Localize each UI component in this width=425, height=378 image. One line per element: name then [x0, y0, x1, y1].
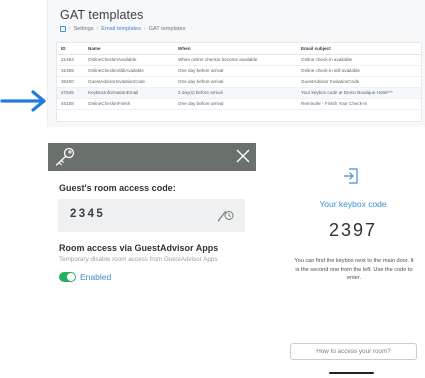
how-to-access-room-button[interactable]: How to access your room? [290, 343, 417, 360]
cell-when: One day before arrival [174, 76, 297, 88]
cell-subject: Online check-in available [297, 54, 421, 66]
cell-id: 36400 [57, 76, 84, 88]
table-row[interactable]: 31455 OnlineCheckinStillAvailable One da… [57, 65, 421, 77]
column-header-email-subject[interactable]: Email subject [297, 43, 421, 55]
edit-pencil-icon[interactable] [217, 208, 234, 222]
guestadvisor-apps-subtitle: Temporary disable room access from Guest… [59, 256, 218, 263]
cell-subject: Your keybox code at Demo Boutique Hotel*… [297, 87, 421, 99]
cell-name: KeyBoxInformationEmail [84, 87, 174, 99]
cell-name: GuestAdvisorInvitationCode [84, 76, 174, 88]
table-row[interactable]: 45168 OnlineCheckinFinish One day before… [57, 98, 421, 110]
cell-name: OnlineCheckinAvailable [84, 54, 174, 66]
cell-id: 31455 [57, 65, 84, 77]
gat-templates-panel: GAT templates | Settings / Email templat… [47, 0, 425, 127]
room-access-code-value: 2345 [70, 208, 106, 220]
table-row[interactable]: 47545 KeyBoxInformationEmail 3 day(s) be… [57, 87, 421, 99]
key-icon [55, 147, 75, 166]
column-header-name[interactable]: Name [84, 43, 174, 55]
room-access-code-box: 2345 [58, 199, 245, 232]
cell-when: One day before arrival [174, 65, 297, 77]
cell-id: 45168 [57, 98, 84, 110]
toggle-knob [67, 273, 75, 281]
keybox-code: 2397 [328, 220, 378, 240]
column-header-when[interactable]: When [174, 43, 297, 55]
home-indicator [329, 372, 374, 374]
cell-id: 47545 [57, 87, 84, 99]
home-icon[interactable] [60, 26, 66, 32]
table-row[interactable]: 21454 OnlineCheckinAvailable When online… [57, 54, 421, 66]
cell-subject: Reminder - Finish Your Check-in [297, 98, 421, 110]
table-row[interactable]: 36400 GuestAdvisorInvitationCode One day… [57, 76, 421, 88]
table-header-row: ID Name When Email subject [57, 43, 421, 55]
cell-when: One day before arrival [174, 98, 297, 110]
access-header-bar [48, 143, 256, 171]
room-access-code-heading: Guest's room access code: [59, 183, 176, 193]
keybox-title: Your keybox code [319, 199, 387, 209]
cell-when: 3 day(s) before arrival [174, 87, 297, 99]
templates-table: ID Name When Email subject 21454 OnlineC… [56, 42, 422, 122]
column-header-id[interactable]: ID [57, 43, 84, 55]
breadcrumb-email-templates[interactable]: Email templates [101, 26, 141, 32]
cell-id: 21454 [57, 54, 84, 66]
cell-name: OnlineCheckinStillAvailable [84, 65, 174, 77]
breadcrumb: | Settings / Email templates / GAT templ… [60, 26, 185, 32]
cell-name: OnlineCheckinFinish [84, 98, 174, 110]
right-arrow-icon [0, 90, 46, 112]
toggle-status-label: Enabled [80, 272, 112, 282]
breadcrumb-gat-templates: GAT templates [148, 26, 186, 32]
enter-door-icon [343, 168, 358, 184]
guestadvisor-apps-heading: Room access via GuestAdvisor Apps [59, 243, 219, 253]
breadcrumb-settings[interactable]: Settings [73, 26, 93, 32]
keybox-description: You can find the keybox next to the main… [294, 258, 414, 281]
cell-subject: GuestAdvisor InvitationCode [297, 76, 421, 88]
cell-when: When online checkin become available [174, 54, 297, 66]
close-icon[interactable] [235, 148, 251, 164]
room-access-toggle[interactable] [59, 272, 76, 282]
page-title: GAT templates [60, 8, 144, 22]
cell-subject: Online check-in still available [297, 65, 421, 77]
